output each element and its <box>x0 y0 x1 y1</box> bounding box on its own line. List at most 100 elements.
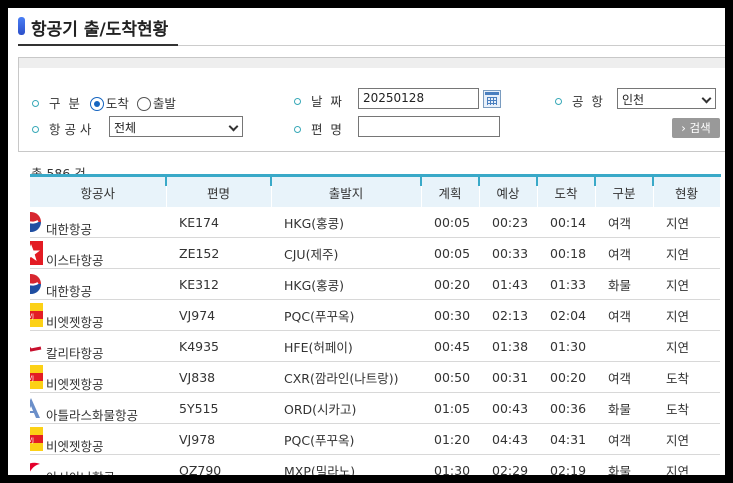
cell-origin: PQC(푸꾸옥) <box>271 299 421 331</box>
atlas-air-logo <box>30 396 43 420</box>
bullet-icon <box>555 98 562 105</box>
search-panel: 구 분 도착 출발 항 공 사 전체 날 짜 20250128 편 명 공 항 … <box>18 57 725 152</box>
cell-expected: 00:43 <box>479 392 537 424</box>
cell-expected: 01:38 <box>479 330 537 362</box>
cell-expected: 00:33 <box>479 237 537 269</box>
cell-airline: 대한항공 <box>30 207 166 238</box>
calendar-icon[interactable] <box>483 90 501 108</box>
airport-filter: 공 항 <box>555 91 603 110</box>
airline-label: 항 공 사 <box>48 122 92 137</box>
cell-airline: 대한항공 <box>30 268 166 300</box>
airport-select-value: 인천 <box>622 93 645 107</box>
vietjet-logo: VJ <box>30 365 43 389</box>
arrival-radio-label[interactable]: 도착 <box>106 96 129 111</box>
header-status: 현황 <box>653 174 721 207</box>
table-row: 아틀라스화물항공 5Y515 ORD(시카고) 01:05 00:43 00:36 화물 도착 <box>30 392 720 424</box>
header-flight: 편명 <box>166 174 272 207</box>
korean-air-logo <box>30 272 43 296</box>
cell-status: 지연 <box>653 299 720 331</box>
cell-plan: 01:05 <box>421 392 479 424</box>
date-input[interactable]: 20250128 <box>358 88 479 109</box>
korean-air-logo <box>30 210 43 234</box>
search-button[interactable]: › 검색 <box>672 118 720 138</box>
airline-select-value: 전체 <box>114 121 137 135</box>
vietjet-logo: VJ <box>30 427 43 451</box>
cell-expected: 04:43 <box>479 423 537 455</box>
cell-arrival: 02:04 <box>537 299 595 331</box>
cell-status: 도착 <box>653 392 720 424</box>
airline-name: 비엣젯항공 <box>46 315 104 330</box>
airline-name: 비엣젯항공 <box>46 377 104 392</box>
flight-label: 편 명 <box>310 122 342 137</box>
cell-arrival: 00:36 <box>537 392 595 424</box>
table-header-row: 항공사 편명 출발지 계획 예상 도착 구분 현황 <box>30 174 721 207</box>
cell-origin: MXP(밀라노) <box>271 454 421 475</box>
airline-name: 이스타항공 <box>46 253 104 268</box>
cell-type: 여객 <box>595 361 653 393</box>
cell-arrival: 04:31 <box>537 423 595 455</box>
cell-flight: VJ974 <box>166 299 271 331</box>
departure-radio[interactable] <box>136 96 151 111</box>
cell-origin: CXR(깜라인(나트랑)) <box>271 361 421 393</box>
svg-text:VJ: VJ <box>30 375 34 382</box>
date-filter: 날 짜 <box>294 91 342 110</box>
cell-arrival: 00:14 <box>537 207 595 238</box>
cell-type: 여객 <box>595 299 653 331</box>
table-row: VJ 비엣젯항공 VJ838CXR(깜라인(나트랑))00:5000:3100:20… <box>30 361 720 393</box>
date-label: 날 짜 <box>310 94 342 109</box>
cell-airline: 아시아나항공 <box>30 454 166 475</box>
cell-plan: 00:05 <box>421 237 479 269</box>
cell-airline: VJ 비엣젯항공 <box>30 423 166 455</box>
cell-origin: HKG(홍콩) <box>271 207 421 238</box>
flight-filter: 편 명 <box>294 119 342 138</box>
flight-status-page: 항공기 출/도착현황 구 분 도착 출발 항 공 사 전체 날 짜 202501… <box>8 8 725 475</box>
vietjet-logo: VJ <box>30 303 43 327</box>
cell-type: 여객 <box>595 207 653 238</box>
cell-status: 지연 <box>653 423 720 455</box>
cell-plan: 01:20 <box>421 423 479 455</box>
cell-type <box>595 330 653 362</box>
cell-flight: VJ838 <box>166 361 271 393</box>
cell-plan: 00:30 <box>421 299 479 331</box>
arrival-radio[interactable] <box>89 96 104 111</box>
title-divider <box>178 45 725 46</box>
table-row: 대한항공 KE174 HKG(홍콩) 00:05 00:23 00:14 여객 지연 <box>30 207 720 238</box>
cell-plan: 00:05 <box>421 207 479 238</box>
cell-expected: 02:29 <box>479 454 537 475</box>
type-filter: 구 분 도착 출발 <box>32 93 176 112</box>
cell-airline: 칼리타항공 <box>30 330 166 362</box>
header-type: 구분 <box>595 174 654 207</box>
search-panel-top-strip <box>19 58 725 68</box>
header-arrival: 도착 <box>537 174 596 207</box>
cell-status: 지연 <box>653 454 720 475</box>
cell-flight: VJ978 <box>166 423 271 455</box>
table-row: VJ 비엣젯항공 VJ974PQC(푸꾸옥)00:3002:1302:04여객지연 <box>30 299 720 331</box>
cell-arrival: 00:18 <box>537 237 595 269</box>
cell-origin: ORD(시카고) <box>271 392 421 424</box>
cell-arrival: 01:33 <box>537 268 595 300</box>
airline-select[interactable]: 전체 <box>109 116 243 137</box>
cell-status: 지연 <box>653 330 720 362</box>
airport-select[interactable]: 인천 <box>617 88 716 109</box>
flight-input[interactable] <box>358 116 500 137</box>
table-row: 칼리타항공 K4935 HFE(허페이) 00:45 01:38 01:30 지연 <box>30 330 720 362</box>
cell-airline: VJ 비엣젯항공 <box>30 299 166 331</box>
cell-plan: 01:30 <box>421 454 479 475</box>
departure-radio-label[interactable]: 출발 <box>153 96 176 111</box>
asiana-logo <box>30 458 43 475</box>
bullet-icon <box>32 100 39 107</box>
cell-expected: 02:13 <box>479 299 537 331</box>
cell-arrival: 01:30 <box>537 330 595 362</box>
table-row: VJ 비엣젯항공 VJ978PQC(푸꾸옥)01:2004:4304:31여객지연 <box>30 423 720 455</box>
cell-flight: KE174 <box>166 207 271 238</box>
bullet-icon <box>294 98 301 105</box>
date-input-value: 20250128 <box>363 91 425 105</box>
svg-text:VJ: VJ <box>30 437 34 444</box>
cell-status: 지연 <box>653 268 720 300</box>
cell-expected: 01:43 <box>479 268 537 300</box>
svg-text:VJ: VJ <box>30 313 34 320</box>
cell-type: 여객 <box>595 423 653 455</box>
header-expected: 예상 <box>479 174 538 207</box>
cell-expected: 00:31 <box>479 361 537 393</box>
cell-plan: 00:20 <box>421 268 479 300</box>
